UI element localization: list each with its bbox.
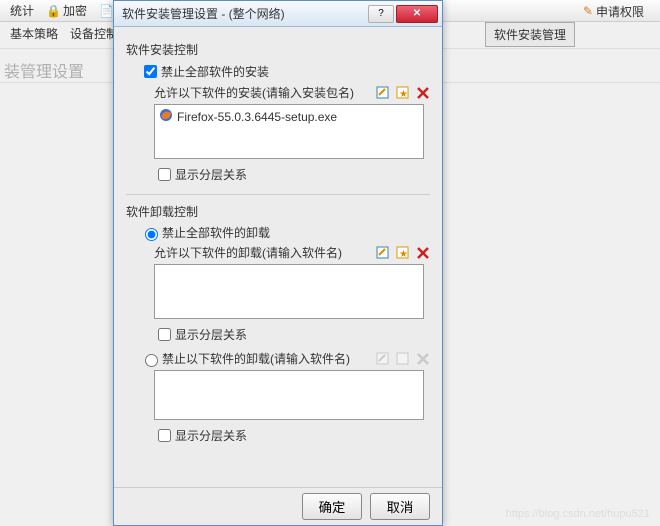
new-icon[interactable]: ★ <box>396 246 410 260</box>
show-tree-forbidden-checkbox[interactable] <box>158 429 171 442</box>
allowed-uninstall-listbox[interactable] <box>154 264 424 319</box>
forbid-all-uninstall-label: 禁止全部软件的卸载 <box>162 224 270 241</box>
list-item[interactable]: Firefox-55.0.3.6445-setup.exe <box>157 107 421 126</box>
show-tree-forbidden-label: 显示分层关系 <box>175 427 247 444</box>
uninstall-section-label: 软件卸载控制 <box>126 203 430 220</box>
new-icon <box>396 352 410 366</box>
show-tree-install-checkbox[interactable] <box>158 168 171 181</box>
cancel-button[interactable]: 取消 <box>370 493 430 520</box>
forbid-all-install-label: 禁止全部软件的安装 <box>161 63 269 80</box>
ok-button[interactable]: 确定 <box>302 493 362 520</box>
tab-basic-policy[interactable]: 基本策略 <box>10 25 58 42</box>
edit-icon <box>376 352 390 366</box>
delete-icon <box>416 352 430 366</box>
active-tab-software-install[interactable]: 软件安装管理 <box>485 22 575 47</box>
forbid-listed-uninstall-radio[interactable] <box>145 354 158 367</box>
dialog-titlebar[interactable]: 软件安装管理设置 - (整个网络) ? ✕ <box>114 1 442 27</box>
close-button[interactable]: ✕ <box>396 5 438 23</box>
delete-icon[interactable] <box>416 86 430 100</box>
allowed-install-listbox[interactable]: Firefox-55.0.3.6445-setup.exe <box>154 104 424 159</box>
request-permission-button[interactable]: ✎ 申请权限 <box>577 0 650 22</box>
forbidden-uninstall-listbox[interactable] <box>154 370 424 420</box>
allow-install-label: 允许以下软件的安装(请输入安装包名) <box>154 84 376 101</box>
svg-text:★: ★ <box>399 89 408 100</box>
allow-uninstall-label: 允许以下软件的卸载(请输入软件名) <box>154 244 376 261</box>
toolbar-stats[interactable]: 统计 <box>4 0 40 21</box>
firefox-icon <box>159 108 173 125</box>
lock-icon: 🔒 <box>46 4 61 18</box>
show-tree-install-label: 显示分层关系 <box>175 166 247 183</box>
install-section-label: 软件安装控制 <box>126 41 430 58</box>
forbid-listed-uninstall-label: 禁止以下软件的卸载(请输入软件名) <box>162 350 376 367</box>
forbid-all-install-checkbox[interactable] <box>144 65 157 78</box>
page-title: 装管理设置 <box>4 58 84 82</box>
svg-text:★: ★ <box>399 249 408 260</box>
forbid-all-uninstall-radio[interactable] <box>145 228 158 241</box>
edit-icon[interactable] <box>376 86 390 100</box>
show-tree-uninstall-label: 显示分层关系 <box>175 326 247 343</box>
toolbar-encrypt[interactable]: 🔒加密 <box>40 0 93 21</box>
edit-icon[interactable] <box>376 246 390 260</box>
show-tree-uninstall-checkbox[interactable] <box>158 328 171 341</box>
dialog-title: 软件安装管理设置 - (整个网络) <box>122 5 366 22</box>
page-icon: 📄 <box>99 4 114 18</box>
pencil-icon: ✎ <box>583 4 593 18</box>
tab-device-control[interactable]: 设备控制 <box>70 25 118 42</box>
watermark: https://blog.csdn.net/hupu521 <box>506 508 650 520</box>
background-tabs: 基本策略 设备控制 <box>0 22 118 44</box>
new-icon[interactable]: ★ <box>396 86 410 100</box>
dialog-footer: 确定 取消 <box>114 487 442 525</box>
delete-icon[interactable] <box>416 246 430 260</box>
settings-dialog: 软件安装管理设置 - (整个网络) ? ✕ 软件安装控制 禁止全部软件的安装 允… <box>113 0 443 526</box>
help-button[interactable]: ? <box>368 5 394 23</box>
